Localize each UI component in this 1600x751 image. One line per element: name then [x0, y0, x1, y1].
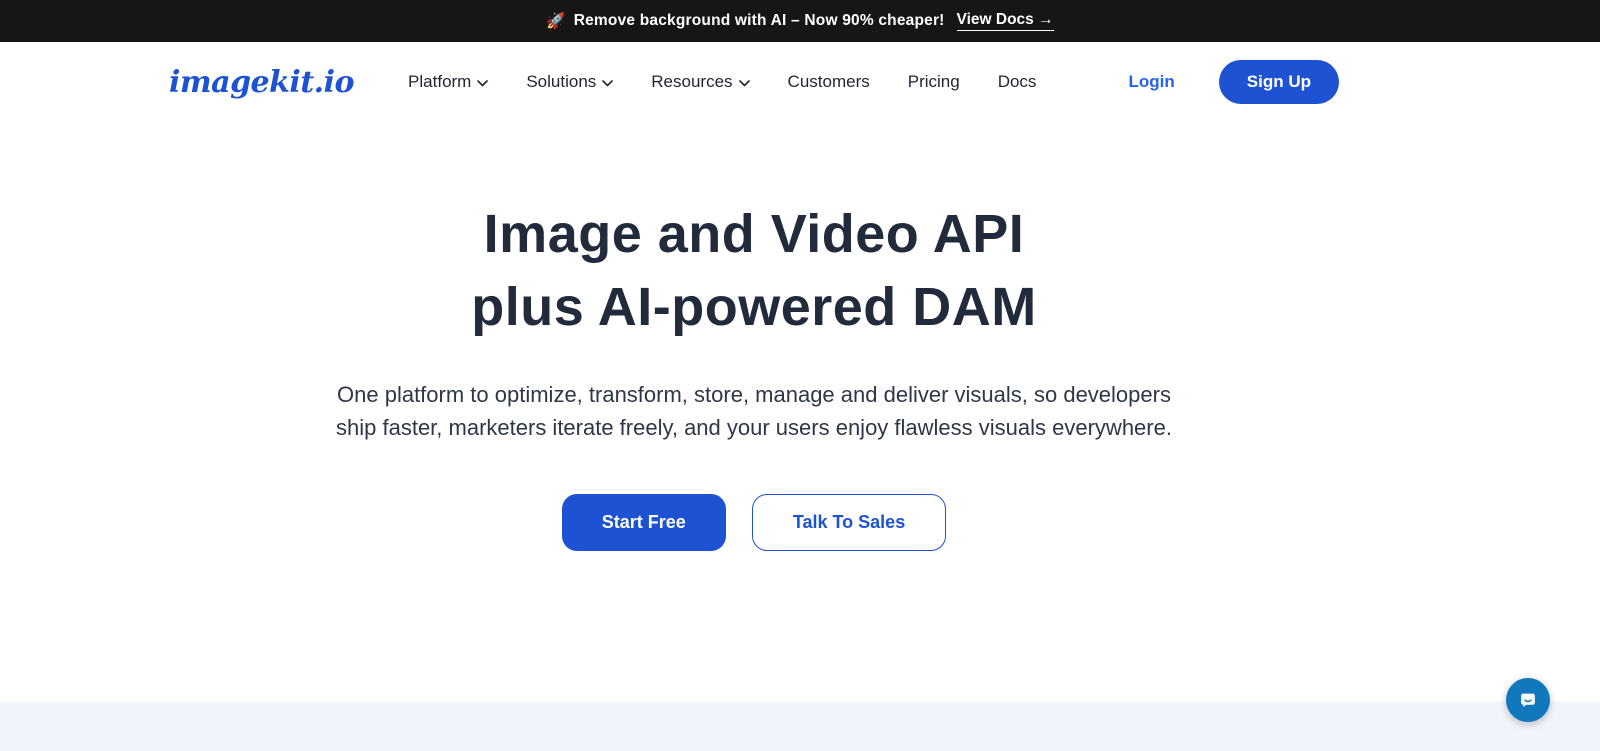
- imagekit-logo[interactable]: imagekit.io: [169, 65, 354, 100]
- chat-launcher-button[interactable]: [1506, 678, 1550, 722]
- chevron-down-icon: [477, 80, 488, 87]
- nav-item-customers[interactable]: Customers: [788, 72, 870, 92]
- nav-item-platform[interactable]: Platform: [408, 72, 488, 92]
- chevron-down-icon: [739, 80, 750, 87]
- page-title: Image and Video API plus AI-powered DAM: [169, 198, 1339, 344]
- nav-item-label: Resources: [651, 72, 732, 92]
- nav-item-solutions[interactable]: Solutions: [526, 72, 613, 92]
- start-free-button[interactable]: Start Free: [562, 494, 726, 551]
- nav-item-label: Customers: [788, 72, 870, 92]
- view-docs-link[interactable]: View Docs →: [957, 11, 1054, 31]
- hero-section: Image and Video API plus AI-powered DAM …: [0, 122, 1600, 702]
- page-title-line2: plus AI-powered DAM: [169, 271, 1339, 344]
- nav-item-docs[interactable]: Docs: [998, 72, 1037, 92]
- next-section-band: [0, 702, 1600, 751]
- rocket-icon: 🚀: [546, 12, 565, 31]
- chat-bubble-icon: [1516, 688, 1540, 712]
- talk-to-sales-button[interactable]: Talk To Sales: [752, 494, 946, 551]
- announcement-bar: 🚀 Remove background with AI – Now 90% ch…: [0, 0, 1600, 42]
- nav-actions: Login Sign Up: [1129, 60, 1339, 104]
- nav-item-resources[interactable]: Resources: [651, 72, 749, 92]
- nav-item-pricing[interactable]: Pricing: [908, 72, 960, 92]
- nav-item-label: Pricing: [908, 72, 960, 92]
- signup-button[interactable]: Sign Up: [1219, 60, 1339, 104]
- announcement-text: Remove background with AI – Now 90% chea…: [574, 12, 945, 30]
- nav-item-label: Platform: [408, 72, 471, 92]
- cta-row: Start Free Talk To Sales: [169, 494, 1339, 551]
- page-title-line1: Image and Video API: [169, 198, 1339, 271]
- hero-subtitle: One platform to optimize, transform, sto…: [329, 378, 1179, 444]
- nav-item-label: Docs: [998, 72, 1037, 92]
- nav-item-label: Solutions: [526, 72, 596, 92]
- navbar: imagekit.io Platform Solutions Resources: [0, 42, 1600, 122]
- nav-links: Platform Solutions Resources Customers: [408, 72, 1036, 92]
- login-link[interactable]: Login: [1129, 72, 1175, 92]
- chevron-down-icon: [602, 80, 613, 87]
